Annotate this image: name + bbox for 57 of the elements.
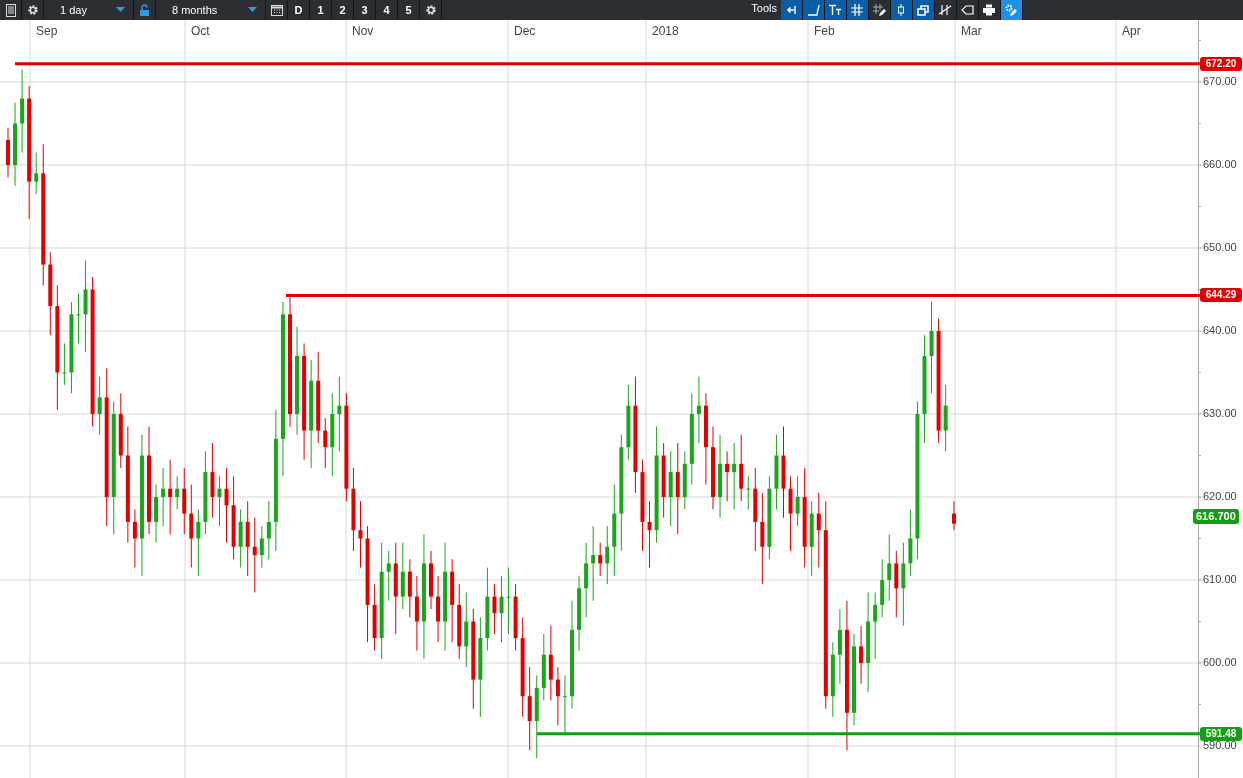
range-dropdown[interactable]: 8 months (156, 0, 266, 20)
settings-pencil-icon (1005, 4, 1018, 16)
arrow-icon (785, 4, 798, 16)
level-line[interactable] (537, 732, 1200, 736)
price-tick-label: 610.00 (1203, 574, 1237, 585)
calendar-icon (270, 4, 283, 16)
crossed-lines-icon (939, 4, 952, 16)
month-label: Oct (191, 23, 210, 40)
price-tick-label: 660.00 (1203, 159, 1237, 170)
period-button[interactable]: 5 (398, 0, 420, 20)
lock-icon (140, 4, 149, 16)
settings-icon (424, 4, 437, 16)
level-price-badge: 591.48 (1200, 726, 1242, 741)
month-label: Dec (514, 23, 536, 40)
tool-button[interactable] (847, 0, 869, 20)
price-tick-label: 670.00 (1203, 76, 1237, 87)
month-label: Mar (961, 23, 982, 40)
level-line[interactable] (286, 293, 1200, 297)
tool-button[interactable] (1001, 0, 1023, 20)
period-button[interactable]: 2 (332, 0, 354, 20)
tool-button[interactable] (781, 0, 803, 20)
month-label: Apr (1122, 23, 1141, 40)
price-tick-label: 630.00 (1203, 408, 1237, 419)
tool-button[interactable] (825, 0, 847, 20)
curve-icon (807, 4, 820, 16)
last-price-badge: 616.700 (1193, 509, 1239, 524)
price-tick-label: 650.00 (1203, 242, 1237, 253)
price-tick-label: 600.00 (1203, 657, 1237, 668)
pencil-grid-icon (873, 4, 886, 16)
period-button[interactable]: D (288, 0, 310, 20)
month-label: Sep (36, 23, 58, 40)
settings-icon (26, 4, 39, 16)
grid-icon (851, 4, 864, 16)
tool-button[interactable] (891, 0, 913, 20)
level-price-badge: 644.29 (1200, 288, 1242, 303)
windows-icon (917, 4, 930, 16)
price-tick-label: 590.00 (1203, 740, 1237, 751)
printer-icon (983, 4, 996, 16)
month-label: Feb (814, 23, 835, 40)
caret-icon (116, 7, 125, 13)
month-label: 2018 (652, 23, 679, 40)
tag-icon (961, 4, 974, 16)
level-price-badge: 672.20 (1200, 56, 1242, 71)
tool-button[interactable] (913, 0, 935, 20)
period-button[interactable]: 1 (310, 0, 332, 20)
month-label: Nov (352, 23, 374, 40)
period-button[interactable]: 3 (354, 0, 376, 20)
tool-button[interactable] (803, 0, 825, 20)
list-icon (5, 3, 16, 17)
level-line[interactable] (15, 62, 1200, 66)
tools-label: Tools (751, 0, 777, 16)
price-tick-label: 640.00 (1203, 325, 1237, 336)
caret-icon (248, 7, 257, 13)
price-tick-label: 620.00 (1203, 491, 1237, 502)
text-size-icon (829, 4, 842, 16)
period-button[interactable]: 4 (376, 0, 398, 20)
interval-dropdown[interactable]: 1 day (44, 0, 134, 20)
